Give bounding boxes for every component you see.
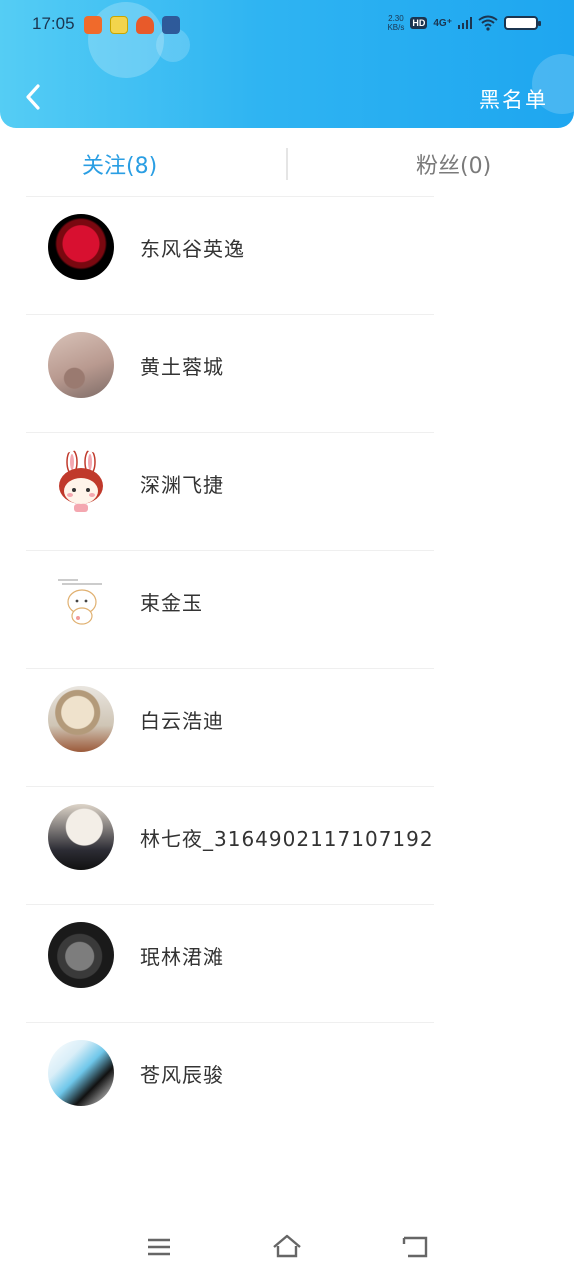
user-list-item[interactable]: 珉林涒滩 <box>0 904 574 1022</box>
blacklist-button[interactable]: 黑名单 <box>479 84 548 114</box>
app-notification-icon <box>84 16 102 34</box>
signal-icon <box>458 17 472 29</box>
user-list-item[interactable]: 束金玉 <box>0 550 574 668</box>
avatar <box>48 214 114 280</box>
row-divider <box>26 668 434 669</box>
tab-bar: 关注(8) 粉丝(0) <box>0 140 574 190</box>
tab-fans[interactable]: 粉丝(0) <box>416 148 491 180</box>
avatar <box>48 922 114 988</box>
cartoon-avatar-icon <box>58 579 102 625</box>
avatar <box>48 450 114 516</box>
status-time: 17:05 <box>32 14 75 33</box>
avatar <box>48 568 114 634</box>
row-divider <box>26 786 434 787</box>
user-name: 林七夜_3164902117107192 <box>140 827 434 851</box>
battery-icon <box>504 16 541 30</box>
user-name: 东风谷英逸 <box>140 237 245 261</box>
hd-badge: HD <box>410 17 428 29</box>
avatar <box>48 804 114 870</box>
system-navigation-bar <box>0 1210 574 1280</box>
user-name: 珉林涒滩 <box>140 945 224 969</box>
decor-bubble <box>88 2 164 78</box>
app-notification-icon <box>136 16 154 34</box>
tab-following[interactable]: 关注(8) <box>82 148 157 180</box>
row-divider <box>26 196 434 197</box>
user-list-item[interactable]: 林七夜_3164902117107192 <box>0 786 574 904</box>
avatar <box>48 332 114 398</box>
user-list-item[interactable]: 黄土蓉城 <box>0 314 574 432</box>
tab-divider <box>286 148 288 180</box>
network-type: 4G⁺ <box>433 17 452 29</box>
row-divider <box>26 1022 434 1023</box>
system-status: 2.30 KB/s HD 4G⁺ <box>387 14 541 32</box>
user-name: 深渊飞捷 <box>140 473 224 497</box>
avatar <box>48 1040 114 1106</box>
back-chevron-icon[interactable] <box>20 82 50 112</box>
following-list: 东风谷英逸 黄土蓉城 深渊飞捷 束金玉 白云浩迪 林七夜_31649021171… <box>0 196 574 1140</box>
user-name: 苍风辰骏 <box>140 1063 224 1087</box>
user-list-item[interactable]: 白云浩迪 <box>0 668 574 786</box>
notification-icons <box>84 16 180 34</box>
user-list-item[interactable]: 苍风辰骏 <box>0 1022 574 1140</box>
row-divider <box>26 314 434 315</box>
back-icon[interactable] <box>400 1232 430 1262</box>
user-name: 白云浩迪 <box>140 709 224 733</box>
wifi-icon <box>478 15 498 31</box>
app-notification-icon <box>110 16 128 34</box>
net-speed-value: 2.30 <box>388 14 404 23</box>
menu-icon[interactable] <box>144 1232 174 1262</box>
user-name: 束金玉 <box>140 591 203 615</box>
row-divider <box>26 432 434 433</box>
user-list-item[interactable]: 东风谷英逸 <box>0 196 574 314</box>
bunny-avatar-icon <box>59 450 103 512</box>
row-divider <box>26 904 434 905</box>
home-icon[interactable] <box>272 1232 302 1262</box>
user-name: 黄土蓉城 <box>140 355 224 379</box>
header-bar: 17:05 2.30 KB/s HD 4G⁺ 黑名单 <box>0 0 574 128</box>
avatar <box>48 686 114 752</box>
row-divider <box>26 550 434 551</box>
app-notification-icon <box>162 16 180 34</box>
user-list-item[interactable]: 深渊飞捷 <box>0 432 574 550</box>
net-speed-unit: KB/s <box>387 23 405 32</box>
net-speed: 2.30 KB/s <box>387 14 404 32</box>
